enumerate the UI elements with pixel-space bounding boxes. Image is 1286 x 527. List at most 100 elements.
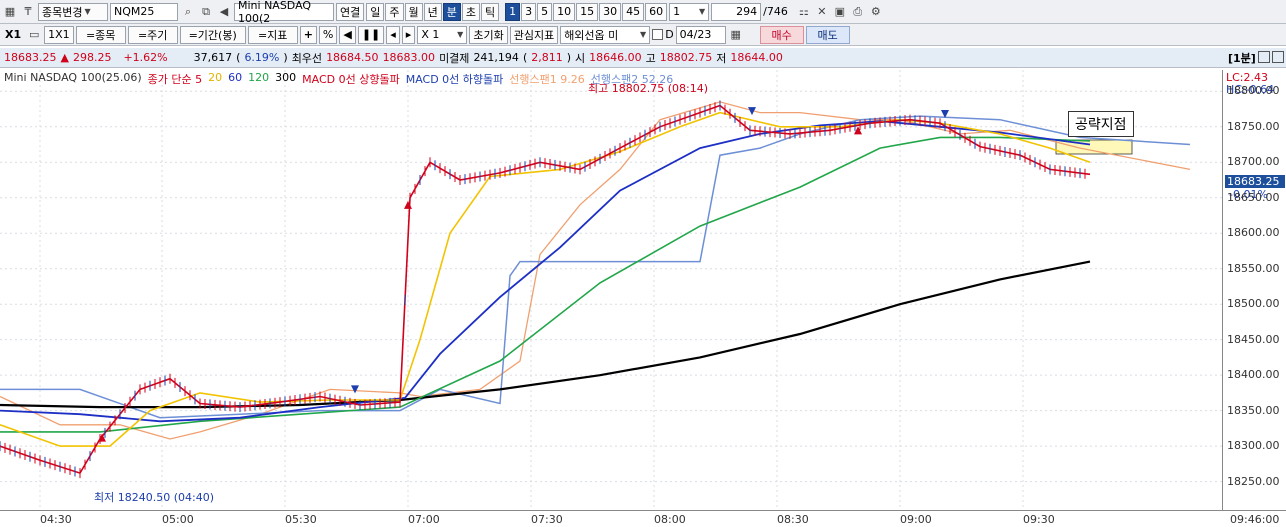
percent-label: % <box>322 28 334 41</box>
period-group: 일주월년분초틱 <box>366 2 500 21</box>
period-tab-button[interactable]: =주기 <box>127 25 178 44</box>
symbol-tab-button[interactable]: =종목 <box>75 25 126 44</box>
period-button[interactable]: 분 <box>442 2 461 21</box>
print-icon[interactable]: ⎙ <box>850 3 866 21</box>
legend-ma20: 20 <box>208 71 223 84</box>
target-annotation: 공략지점 <box>1068 111 1134 137</box>
title-field[interactable]: Mini NASDAQ 100(2 <box>234 0 334 25</box>
linked-label: 연결 <box>340 5 361 19</box>
layout-icon[interactable]: ▭ <box>26 26 42 44</box>
period-button[interactable]: 월 <box>404 2 423 21</box>
date-input[interactable]: 04/23 <box>675 25 726 44</box>
main-toolbar: ▦ ₸ 종목변경 ▼ NQM25 ⌕ ⧉ ◀ Mini NASDAQ 100(2… <box>0 0 1286 25</box>
open-interest-label: 미결제 <box>439 51 470 65</box>
split-view-icon[interactable] <box>1258 51 1270 63</box>
interval-select[interactable]: 1 ▼ <box>669 2 710 21</box>
quote-info-bar: 18683.25 ▲ 298.25 +1.62% 37,617 ( 6.19% … <box>0 48 1286 68</box>
period-button[interactable]: 년 <box>423 2 442 21</box>
y-tick-label: 18650.00 <box>1227 190 1280 204</box>
forward-icon[interactable]: ▸ <box>401 25 416 44</box>
period-button[interactable]: 일 <box>366 2 385 21</box>
search-icon[interactable]: ⌕ <box>180 3 196 21</box>
interval-group: 1 3 5 10 15 30 45 60 <box>505 2 668 21</box>
speaker-icon[interactable]: ◀ <box>216 3 232 21</box>
bar-total: /746 <box>763 5 788 18</box>
legend-span1: 선행스팬1 9.26 <box>509 73 585 86</box>
percent-button[interactable]: % <box>318 25 338 44</box>
maximize-icon[interactable] <box>1272 51 1284 63</box>
price-change-pct: +1.62% <box>123 51 168 64</box>
interval-button[interactable]: 30 <box>599 2 622 21</box>
period-button[interactable]: 초 <box>461 2 480 21</box>
series-line-ma300 <box>0 260 1091 409</box>
series-line-ma120 <box>0 136 1091 433</box>
x-tick-label: 04:30 <box>40 513 72 526</box>
y-tick-label: 18450.00 <box>1227 332 1280 346</box>
chevron-down-icon: ▼ <box>84 7 91 16</box>
low-label: 저 <box>716 51 727 65</box>
range-tab-label: =기간(봉) <box>188 28 237 42</box>
indicator-tab-label: =지표 <box>257 28 288 42</box>
symbol-tab-label: =종목 <box>85 28 116 42</box>
interval-button[interactable]: 3 <box>521 2 537 21</box>
x-tick-label: 05:30 <box>285 513 317 526</box>
oi-open: ( <box>522 51 528 64</box>
x-tick-label: 09:00 <box>900 513 932 526</box>
interval-button[interactable]: 60 <box>645 2 668 21</box>
chart-canvas[interactable]: 최고 18802.75 (08:14)최저 18240.50 (04:40) <box>0 70 1222 510</box>
linked-button[interactable]: 연결 <box>336 2 365 21</box>
pause-icon[interactable]: ❚❚ <box>357 25 385 44</box>
fav-indicator-button[interactable]: 관심지표 <box>509 25 559 44</box>
symbol-input[interactable]: NQM25 <box>110 2 178 21</box>
bar-count-field[interactable]: 294 <box>711 2 762 21</box>
interval-button[interactable]: 5 <box>537 2 553 21</box>
prev-icon[interactable]: ◀ <box>339 25 356 44</box>
legend-macd-down: MACD 0선 하향돌파 <box>405 73 504 86</box>
symbol-change-button[interactable]: 종목변경 ▼ <box>38 2 108 21</box>
open-price: 18646.00 <box>589 51 642 64</box>
settings-grid-icon[interactable]: ⚏ <box>796 3 812 21</box>
current-price: 18683.25 <box>1227 175 1280 188</box>
chevron-down-icon: ▼ <box>698 7 706 16</box>
grid-icon[interactable]: ▦ <box>2 3 18 21</box>
volume-pct: 6.19% <box>244 51 280 64</box>
y-tick-label: 18300.00 <box>1227 439 1280 453</box>
chevron-down-icon: ▼ <box>457 30 464 39</box>
buy-button[interactable]: 매수 <box>759 25 804 44</box>
date-checkbox[interactable] <box>652 29 664 40</box>
title-field-value: Mini NASDAQ 100(2 <box>238 0 312 25</box>
save-icon[interactable]: ▣ <box>832 3 848 21</box>
pin-icon[interactable]: ₸ <box>20 3 36 21</box>
reset-label: 초기화 <box>473 28 504 42</box>
series-line-span1 <box>0 101 1191 440</box>
copy-icon[interactable]: ⧉ <box>198 3 214 21</box>
gear-icon[interactable]: ⚙ <box>868 3 884 21</box>
crosshair-button[interactable]: + <box>299 25 317 44</box>
y-tick-label: 18700.00 <box>1227 155 1280 169</box>
market-select[interactable]: 해외선옵 미 ▼ <box>560 25 651 44</box>
sell-button[interactable]: 매도 <box>805 25 850 44</box>
calendar-icon[interactable]: ▦ <box>728 26 744 44</box>
interval-button[interactable]: 1 <box>505 2 521 21</box>
rewind-icon[interactable]: ◂ <box>386 25 400 44</box>
period-button[interactable]: 틱 <box>481 2 500 21</box>
price-chart[interactable]: 최고 18802.75 (08:14) 최저 18240.50 (04:40) <box>0 70 1222 510</box>
zoom-select[interactable]: X 1 ▼ <box>417 25 468 44</box>
market-value: 해외선옵 미 <box>564 28 619 42</box>
reset-button[interactable]: 초기화 <box>469 25 508 44</box>
symbol-change-label: 종목변경 <box>42 5 83 19</box>
macd-up-arrow-icon <box>404 200 412 209</box>
x1-button[interactable]: X1 <box>2 26 24 44</box>
period-button[interactable]: 주 <box>385 2 404 21</box>
one-by-one-button[interactable]: 1X1 <box>44 25 74 44</box>
y-tick-label: 18250.00 <box>1227 474 1280 488</box>
range-tab-button[interactable]: =기간(봉) <box>179 25 246 44</box>
indicator-tab-button[interactable]: =지표 <box>247 25 298 44</box>
interval-button[interactable]: 15 <box>576 2 599 21</box>
interval-button[interactable]: 10 <box>553 2 576 21</box>
chart-toolbar: X1 ▭ 1X1 =종목 =주기 =기간(봉) =지표 + % ◀ ❚❚ ◂ ▸… <box>0 24 1286 46</box>
interval-button[interactable]: 45 <box>622 2 645 21</box>
y-tick-label: 18800.00 <box>1227 84 1280 98</box>
crosshair-icon[interactable]: ✕ <box>814 3 830 21</box>
legend-symbol: Mini NASDAQ 100(25.06) <box>4 71 142 84</box>
